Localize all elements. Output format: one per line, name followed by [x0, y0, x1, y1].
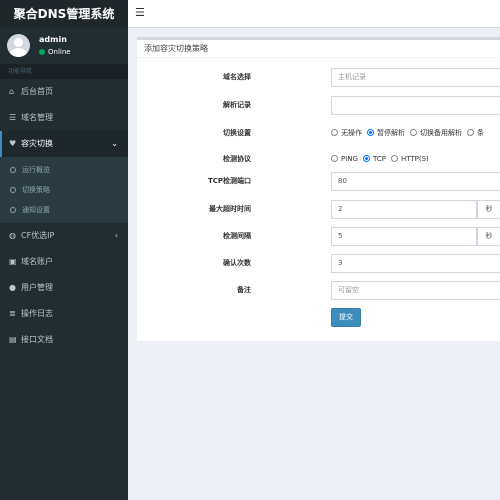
row-remark: 备注 可留空	[137, 281, 500, 300]
row-interval: 检测间隔 5 秒	[137, 227, 500, 246]
interval-unit: 秒	[477, 227, 500, 246]
switch-label: 切换设置	[223, 129, 251, 137]
circle-icon	[10, 167, 16, 173]
sidebar: admin Online 功能导航 ⌂ 后台首页 ☰ 域名管理 ♥ 容灾切换 ⌄ 运行概…	[0, 28, 128, 500]
row-domain: 域名选择 主机记录	[137, 68, 500, 87]
interval-label: 检测间隔	[223, 232, 251, 240]
radio-no-action[interactable]: 无操作	[331, 124, 362, 143]
chevron-left-icon: ‹	[114, 231, 118, 240]
sidebar-item-cf-ip[interactable]: ◍ CF优选IP ‹	[0, 223, 128, 249]
circle-icon	[10, 207, 16, 213]
confirm-label: 确认次数	[223, 259, 251, 267]
sidebar-item-api-docs[interactable]: ▤ 接口文档	[0, 327, 128, 353]
nav-header: 功能导航	[0, 64, 128, 79]
sidebar-item-users[interactable]: ● 用户管理	[0, 275, 128, 301]
lock-icon: ▣	[9, 257, 17, 266]
timeout-unit: 秒	[477, 200, 500, 219]
sidebar-item-failover[interactable]: ♥ 容灾切换 ⌄	[0, 131, 128, 157]
heartbeat-icon: ♥	[9, 139, 17, 148]
remark-label: 备注	[237, 286, 251, 294]
timeout-label: 最大超时时间	[209, 205, 251, 213]
sidebar-item-accounts[interactable]: ▣ 域名账户	[0, 249, 128, 275]
submit-button[interactable]: 提交	[331, 308, 361, 327]
row-port: TCP检测端口 80	[137, 172, 500, 191]
user-icon: ●	[9, 283, 16, 292]
list-icon: ☰	[9, 113, 17, 122]
radio-other[interactable]: 条	[467, 124, 484, 143]
radio-tcp[interactable]: TCP	[362, 150, 386, 169]
radio-ping[interactable]: PING	[331, 150, 358, 169]
row-record: 解析记录	[137, 96, 500, 115]
remark-input[interactable]: 可留空	[331, 281, 500, 300]
sidebar-item-domains[interactable]: ☰ 域名管理	[0, 105, 128, 131]
domain-label: 域名选择	[223, 73, 251, 81]
home-icon: ⌂	[9, 87, 15, 96]
form-box: 添加容灾切换策略 域名选择 主机记录 解析记录 切换设置 无操作 暂停解析 切换备用…	[137, 37, 500, 341]
app-title[interactable]: 聚合DNS管理系统	[0, 0, 128, 28]
port-input[interactable]: 80	[331, 172, 500, 191]
interval-input[interactable]: 5	[331, 227, 477, 246]
user-name: admin	[39, 35, 67, 44]
switch-radio-group: 无操作 暂停解析 切换备用解析条	[331, 124, 489, 143]
radio-pause[interactable]: 暂停解析	[367, 124, 405, 143]
record-label: 解析记录	[223, 101, 251, 109]
timeout-input[interactable]: 2	[331, 200, 477, 219]
protocol-radio-group: PING TCP HTTP(S)	[331, 150, 434, 169]
chevron-down-icon: ⌄	[111, 139, 118, 148]
row-confirm: 确认次数 3	[137, 254, 500, 273]
row-protocol: 检测协议 PING TCP HTTP(S)	[137, 150, 500, 169]
record-select[interactable]	[331, 96, 500, 115]
user-panel: admin Online	[0, 28, 128, 64]
box-title: 添加容灾切换策略	[137, 40, 500, 58]
row-timeout: 最大超时时间 2 秒	[137, 200, 500, 219]
log-icon: ≣	[9, 309, 16, 318]
globe-icon: ◍	[9, 231, 16, 240]
protocol-label: 检测协议	[223, 155, 251, 163]
radio-backup[interactable]: 切换备用解析	[410, 124, 462, 143]
top-navbar: ☰	[128, 0, 500, 28]
submenu-item-strategy[interactable]: 切换策略	[0, 180, 128, 200]
user-status: Online	[39, 48, 71, 56]
submenu-item-notify[interactable]: 通知设置	[0, 200, 128, 220]
row-switch: 切换设置 无操作 暂停解析 切换备用解析条	[137, 124, 500, 143]
circle-icon	[10, 187, 16, 193]
radio-http[interactable]: HTTP(S)	[390, 150, 429, 169]
port-label: TCP检测端口	[207, 177, 251, 185]
sidebar-item-logs[interactable]: ≣ 操作日志	[0, 301, 128, 327]
failover-submenu: 运行概览 切换策略 通知设置	[0, 157, 128, 223]
menu-toggle-icon[interactable]: ☰	[135, 6, 145, 19]
avatar	[7, 34, 30, 57]
domain-select[interactable]: 主机记录	[331, 68, 500, 87]
doc-icon: ▤	[9, 335, 17, 344]
online-dot-icon	[39, 49, 45, 55]
submenu-item-overview[interactable]: 运行概览	[0, 160, 128, 180]
confirm-input[interactable]: 3	[331, 254, 500, 273]
sidebar-item-home[interactable]: ⌂ 后台首页	[0, 79, 128, 105]
